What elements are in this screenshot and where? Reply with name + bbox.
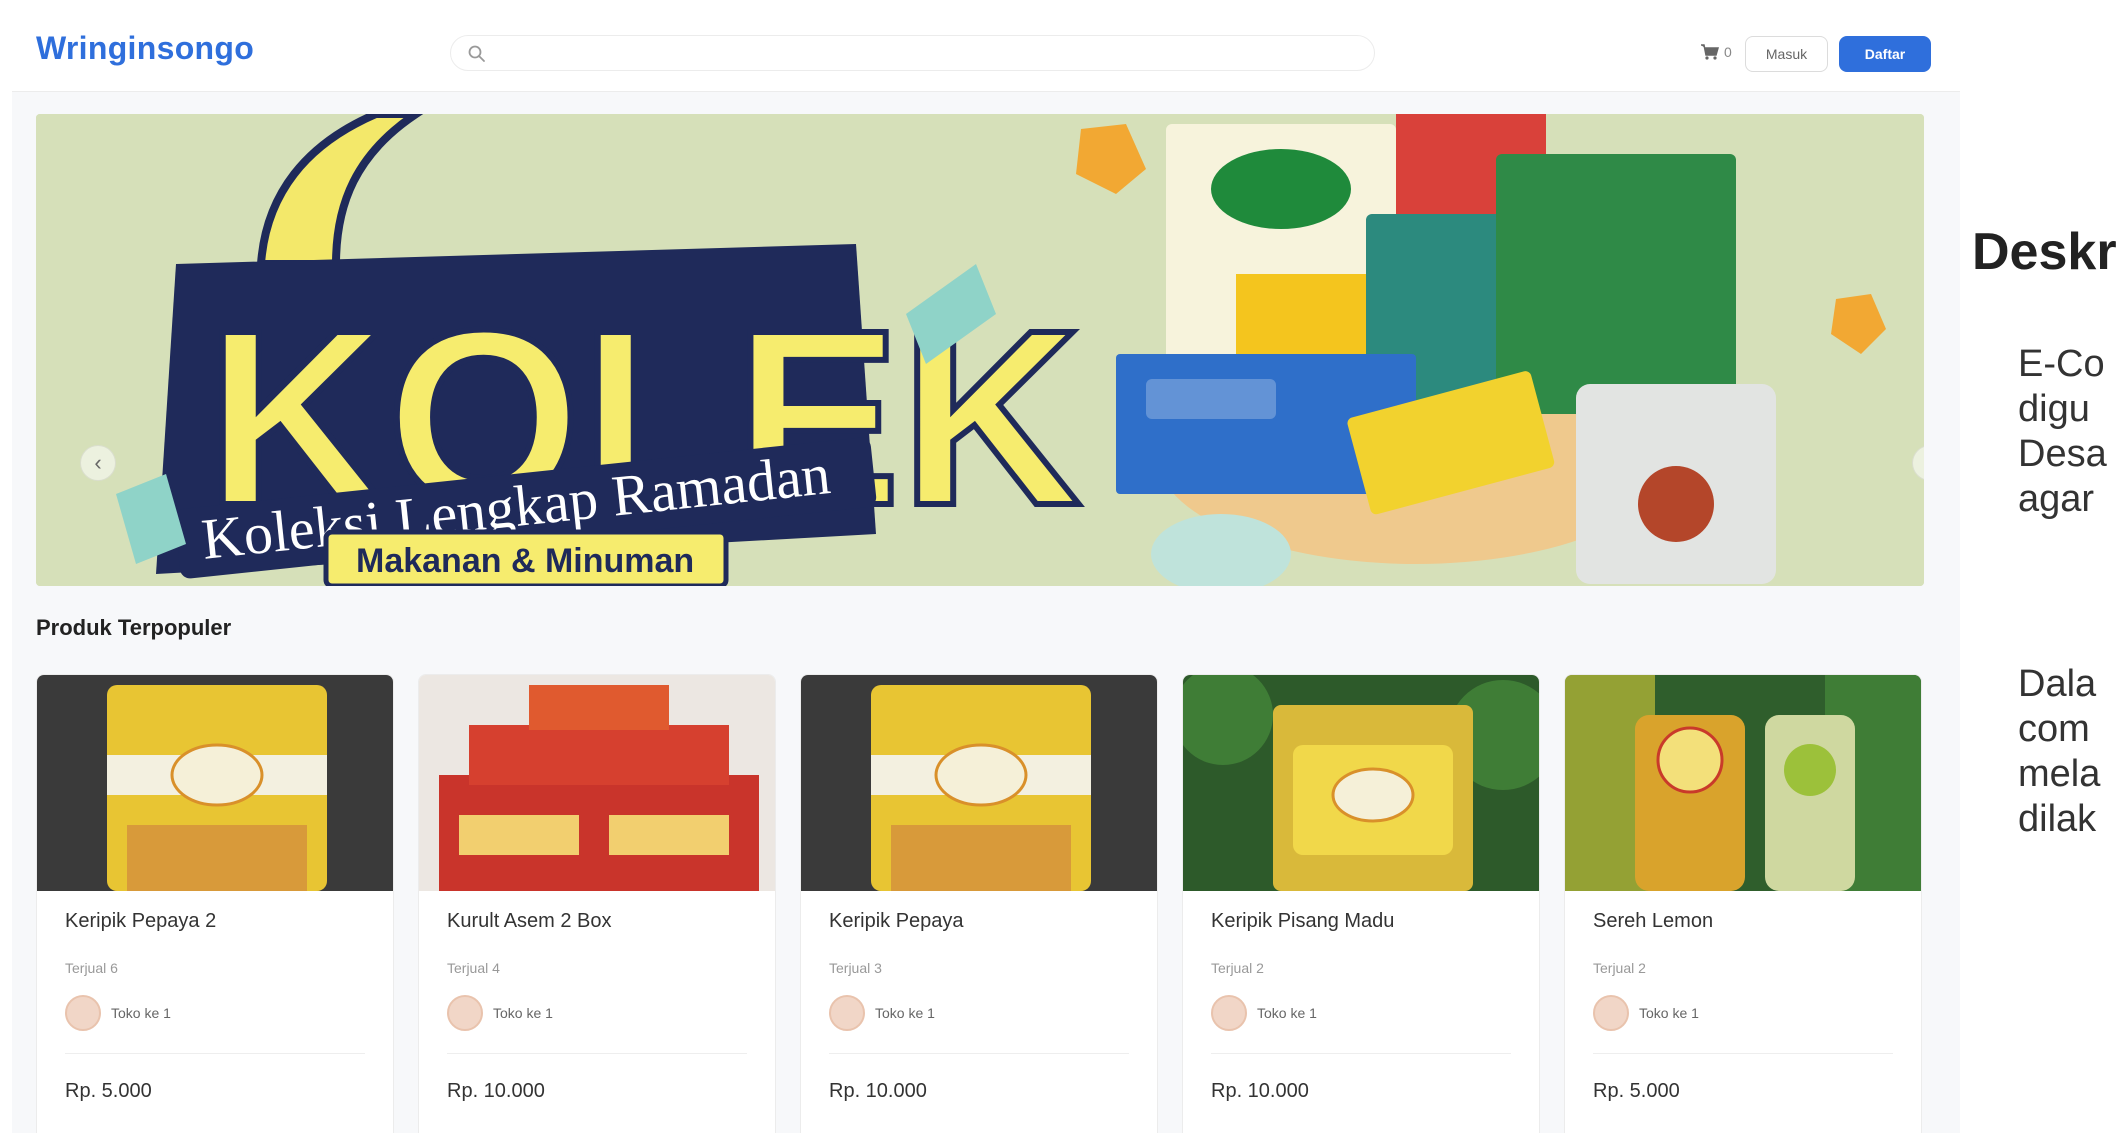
description-line: mela: [2018, 753, 2101, 795]
search-icon: [468, 45, 485, 62]
store-name: Toko ke 1: [493, 1005, 553, 1021]
divider: [447, 1053, 747, 1054]
divider: [1211, 1053, 1511, 1054]
description-line: Dala: [2018, 663, 2097, 705]
product-price: Rp. 10.000: [829, 1080, 927, 1102]
top-navbar: Wringinsongo 0 Masuk Daftar: [12, 0, 1960, 92]
banner-artwork: KOLEK Koleksi Lengkap Ramadan Makanan & …: [36, 114, 1924, 586]
product-image[interactable]: [1183, 675, 1539, 891]
description-panel: Deskripsi E-Co digu Desa agar Dala com m…: [1960, 0, 2117, 1133]
product-image[interactable]: [1565, 675, 1921, 891]
product-name[interactable]: Sereh Lemon: [1593, 910, 1713, 933]
store-info[interactable]: Toko ke 1: [829, 995, 935, 1031]
product-price: Rp. 5.000: [65, 1080, 152, 1102]
description-line: digu: [2018, 388, 2090, 430]
product-name[interactable]: Kurult Asem 2 Box: [447, 910, 612, 933]
description-line: Desa: [2018, 433, 2107, 475]
description-paragraph-2: Dala com mela dilak: [2018, 662, 2100, 842]
product-grid: Keripik Pepaya 2 Terjual 6 Toko ke 1 Rp.…: [36, 674, 1936, 1133]
description-paragraph-1: E-Co digu Desa agar: [2018, 342, 2107, 522]
product-green-pack: [1496, 154, 1736, 414]
search-bar[interactable]: [450, 35, 1375, 71]
product-card[interactable]: Kurult Asem 2 Box Terjual 4 Toko ke 1 Rp…: [418, 674, 776, 1133]
store-avatar: [829, 995, 865, 1031]
store-name: Toko ke 1: [875, 1005, 935, 1021]
store-avatar: [1211, 995, 1247, 1031]
store-info[interactable]: Toko ke 1: [1593, 995, 1699, 1031]
product-price: Rp. 10.000: [447, 1080, 545, 1102]
product-sold-count: Terjual 2: [1593, 960, 1646, 976]
description-line: E-Co: [2018, 343, 2105, 385]
product-image[interactable]: [37, 675, 393, 891]
description-line: agar: [2018, 478, 2095, 520]
promo-banner-carousel[interactable]: KOLEK Koleksi Lengkap Ramadan Makanan & …: [36, 114, 1924, 586]
store-name: Toko ke 1: [111, 1005, 171, 1021]
description-line: dilak: [2018, 798, 2097, 840]
store-name: Toko ke 1: [1257, 1005, 1317, 1021]
store-avatar: [1593, 995, 1629, 1031]
store-name: Toko ke 1: [1639, 1005, 1699, 1021]
description-line: com: [2018, 708, 2090, 750]
app-screenshot: Wringinsongo 0 Masuk Daftar KOLEK Koleks…: [12, 0, 1960, 1133]
product-sold-count: Terjual 2: [1211, 960, 1264, 976]
product-sold-count: Terjual 3: [829, 960, 882, 976]
product-sold-count: Terjual 4: [447, 960, 500, 976]
product-card[interactable]: Keripik Pisang Madu Terjual 2 Toko ke 1 …: [1182, 674, 1540, 1133]
store-info[interactable]: Toko ke 1: [1211, 995, 1317, 1031]
store-avatar: [447, 995, 483, 1031]
product-card[interactable]: Keripik Pepaya Terjual 3 Toko ke 1 Rp. 1…: [800, 674, 1158, 1133]
banner-tagline: Makanan & Minuman: [356, 542, 694, 580]
register-button[interactable]: Daftar: [1839, 36, 1931, 72]
store-info[interactable]: Toko ke 1: [65, 995, 171, 1031]
divider: [829, 1053, 1129, 1054]
divider: [1593, 1053, 1893, 1054]
login-button[interactable]: Masuk: [1745, 36, 1828, 72]
product-price: Rp. 10.000: [1211, 1080, 1309, 1102]
product-card[interactable]: Keripik Pepaya 2 Terjual 6 Toko ke 1 Rp.…: [36, 674, 394, 1133]
product-name[interactable]: Keripik Pisang Madu: [1211, 910, 1394, 933]
store-info[interactable]: Toko ke 1: [447, 995, 553, 1031]
product-image[interactable]: [801, 675, 1157, 891]
carousel-prev-button[interactable]: ‹: [80, 445, 116, 481]
search-input[interactable]: [499, 40, 1359, 68]
product-card[interactable]: Sereh Lemon Terjual 2 Toko ke 1 Rp. 5.00…: [1564, 674, 1922, 1133]
divider: [65, 1053, 365, 1054]
brand-logo[interactable]: Wringinsongo: [36, 30, 254, 67]
product-name[interactable]: Keripik Pepaya: [829, 910, 964, 933]
description-title: Deskripsi: [1972, 223, 2117, 281]
cart-icon[interactable]: [1698, 40, 1720, 62]
product-price: Rp. 5.000: [1593, 1080, 1680, 1102]
store-avatar: [65, 995, 101, 1031]
cart-count: 0: [1724, 44, 1732, 60]
product-sold-count: Terjual 6: [65, 960, 118, 976]
section-title: Produk Terpopuler: [36, 615, 232, 640]
product-image[interactable]: [419, 675, 775, 891]
product-name[interactable]: Keripik Pepaya 2: [65, 910, 216, 933]
